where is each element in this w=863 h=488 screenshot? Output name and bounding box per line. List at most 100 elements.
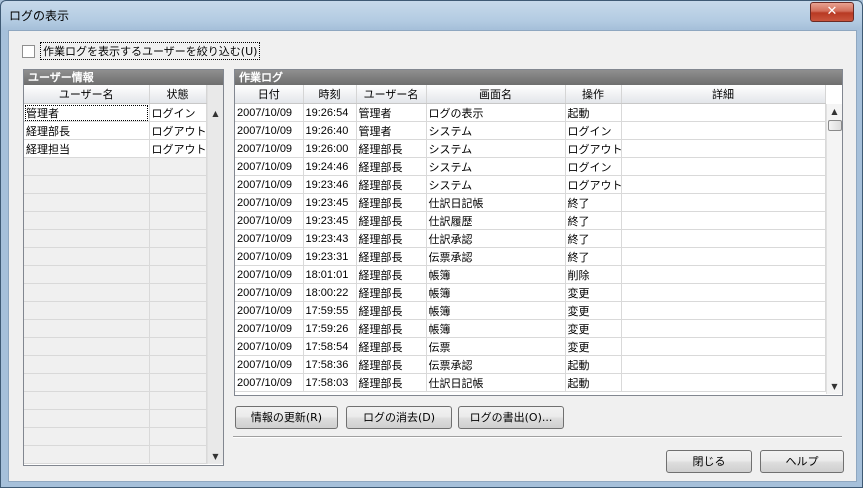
scroll-down-arrow-icon[interactable]: ▼ <box>827 379 842 394</box>
screen-name-cell: 帳簿 <box>426 283 566 302</box>
log-row[interactable]: 2007/10/09 17:58:54 経理部長 伝票 変更 <box>235 337 826 356</box>
user-name-cell <box>24 445 150 464</box>
details-cell <box>621 211 826 230</box>
log-row[interactable]: 2007/10/09 18:00:22 経理部長 帳簿 変更 <box>235 283 826 302</box>
user-name-cell <box>24 265 150 284</box>
scroll-up-arrow-icon[interactable]: ▲ <box>208 106 223 121</box>
time-cell: 19:23:31 <box>303 247 357 266</box>
user-status-cell: ログアウト <box>149 121 207 140</box>
column-header-date[interactable]: 日付 <box>235 85 304 104</box>
user-name-cell <box>24 373 150 392</box>
title-bar[interactable]: ログの表示 ✕ <box>1 1 862 27</box>
date-cell: 2007/10/09 <box>235 247 304 266</box>
operation-cell: 終了 <box>565 229 622 248</box>
user-status-cell: ログイン <box>149 103 207 122</box>
user-row[interactable]: 経理部長 ログアウト <box>24 121 207 140</box>
user-filter-checkbox[interactable] <box>22 44 35 58</box>
scroll-up-arrow-icon[interactable]: ▲ <box>827 104 842 119</box>
user-name-cell <box>24 247 150 266</box>
user-name-cell: 経理部長 <box>356 211 427 230</box>
log-row[interactable]: 2007/10/09 19:23:45 経理部長 仕訳日記帳 終了 <box>235 193 826 212</box>
user-name-cell: 経理部長 <box>356 265 427 284</box>
empty-row <box>24 247 207 266</box>
refresh-button[interactable]: 情報の更新(R) <box>235 406 338 429</box>
user-name-cell: 経理部長 <box>356 319 427 338</box>
column-header-details[interactable]: 詳細 <box>621 85 826 104</box>
details-cell <box>621 337 826 356</box>
empty-row <box>24 301 207 320</box>
user-name-cell <box>24 355 150 374</box>
scrollbar-thumb[interactable] <box>828 120 842 131</box>
user-name-cell: 経理部長 <box>356 175 427 194</box>
column-header-screen-name[interactable]: 画面名 <box>426 85 566 104</box>
log-row[interactable]: 2007/10/09 19:24:46 経理部長 システム ログイン <box>235 157 826 176</box>
empty-row <box>24 409 207 428</box>
operation-cell: ログアウト <box>565 139 622 158</box>
operation-cell: ログアウト <box>565 175 622 194</box>
user-table: ユーザー名 状態 管理者 ログイン 経理部長 ログアウト 経理担当 ログアウト <box>24 85 207 464</box>
log-row[interactable]: 2007/10/09 17:59:55 経理部長 帳簿 変更 <box>235 301 826 320</box>
user-status-cell <box>149 445 207 464</box>
log-row[interactable]: 2007/10/09 18:01:01 経理部長 帳簿 削除 <box>235 265 826 284</box>
user-row[interactable]: 経理担当 ログアウト <box>24 139 207 158</box>
time-cell: 17:58:36 <box>303 355 357 374</box>
time-cell: 17:58:03 <box>303 373 357 392</box>
user-filter-option[interactable]: 作業ログを表示するユーザーを絞り込む(U) <box>22 42 261 60</box>
scroll-down-arrow-icon[interactable]: ▼ <box>208 449 223 464</box>
separator-line <box>233 436 842 438</box>
log-row[interactable]: 2007/10/09 17:58:36 経理部長 伝票承認 起動 <box>235 355 826 374</box>
date-cell: 2007/10/09 <box>235 193 304 212</box>
user-row[interactable]: 管理者 ログイン <box>24 103 207 122</box>
column-header-user-name[interactable]: ユーザー名 <box>356 85 427 104</box>
screen-name-cell: 帳簿 <box>426 265 566 284</box>
log-row[interactable]: 2007/10/09 19:23:31 経理部長 伝票承認 終了 <box>235 247 826 266</box>
clear-log-button[interactable]: ログの消去(D) <box>346 406 452 429</box>
help-button[interactable]: ヘルプ <box>760 450 844 473</box>
date-cell: 2007/10/09 <box>235 337 304 356</box>
user-filter-label[interactable]: 作業ログを表示するユーザーを絞り込む(U) <box>40 42 261 60</box>
column-header-operation[interactable]: 操作 <box>565 85 622 104</box>
close-button[interactable]: 閉じる <box>666 450 752 473</box>
user-name-cell <box>24 157 150 176</box>
date-cell: 2007/10/09 <box>235 373 304 392</box>
operation-cell: 変更 <box>565 283 622 302</box>
column-header-user-name[interactable]: ユーザー名 <box>24 85 150 104</box>
log-row[interactable]: 2007/10/09 19:26:00 経理部長 システム ログアウト <box>235 139 826 158</box>
user-status-cell <box>149 391 207 410</box>
user-name-cell <box>24 319 150 338</box>
log-row[interactable]: 2007/10/09 19:26:40 管理者 システム ログイン <box>235 121 826 140</box>
details-cell <box>621 355 826 374</box>
log-row[interactable]: 2007/10/09 17:58:03 経理部長 仕訳日記帳 起動 <box>235 373 826 392</box>
work-log-panel: 作業ログ 日付 時刻 ユーザー名 画面名 操作 詳細 2007/10/09 19… <box>234 69 843 396</box>
user-name-cell <box>24 427 150 446</box>
time-cell: 19:26:40 <box>303 121 357 140</box>
log-row[interactable]: 2007/10/09 19:23:46 経理部長 システム ログアウト <box>235 175 826 194</box>
window-title: ログの表示 <box>9 9 70 23</box>
user-name-cell <box>24 283 150 302</box>
user-name-cell: 経理部長 <box>356 157 427 176</box>
log-viewer-window: ログの表示 ✕ 作業ログを表示するユーザーを絞り込む(U) ユーザー情報 ユーザ… <box>0 0 863 488</box>
user-list-scrollbar[interactable]: ▲ ▼ <box>207 85 223 464</box>
date-cell: 2007/10/09 <box>235 211 304 230</box>
export-log-button[interactable]: ログの書出(O)... <box>458 406 564 429</box>
column-header-time[interactable]: 時刻 <box>303 85 357 104</box>
empty-row <box>24 211 207 230</box>
user-status-cell <box>149 373 207 392</box>
details-cell <box>621 103 826 122</box>
log-row[interactable]: 2007/10/09 19:23:43 経理部長 仕訳承認 終了 <box>235 229 826 248</box>
user-name-cell <box>24 409 150 428</box>
time-cell: 19:26:54 <box>303 103 357 122</box>
user-status-cell <box>149 355 207 374</box>
close-window-button[interactable]: ✕ <box>810 2 854 22</box>
user-info-panel: ユーザー情報 ユーザー名 状態 管理者 ログイン 経理部長 ログアウト 経理担当 ログアウ… <box>23 69 224 466</box>
screen-name-cell: 仕訳履歴 <box>426 211 566 230</box>
operation-cell: 起動 <box>565 355 622 374</box>
date-cell: 2007/10/09 <box>235 265 304 284</box>
log-row[interactable]: 2007/10/09 17:59:26 経理部長 帳簿 変更 <box>235 319 826 338</box>
column-header-status[interactable]: 状態 <box>149 85 207 104</box>
work-log-scrollbar[interactable]: ▲ ▼ <box>826 104 842 394</box>
screen-name-cell: 帳簿 <box>426 301 566 320</box>
log-row[interactable]: 2007/10/09 19:23:45 経理部長 仕訳履歴 終了 <box>235 211 826 230</box>
log-row[interactable]: 2007/10/09 19:26:54 管理者 ログの表示 起動 <box>235 103 826 122</box>
time-cell: 19:23:43 <box>303 229 357 248</box>
